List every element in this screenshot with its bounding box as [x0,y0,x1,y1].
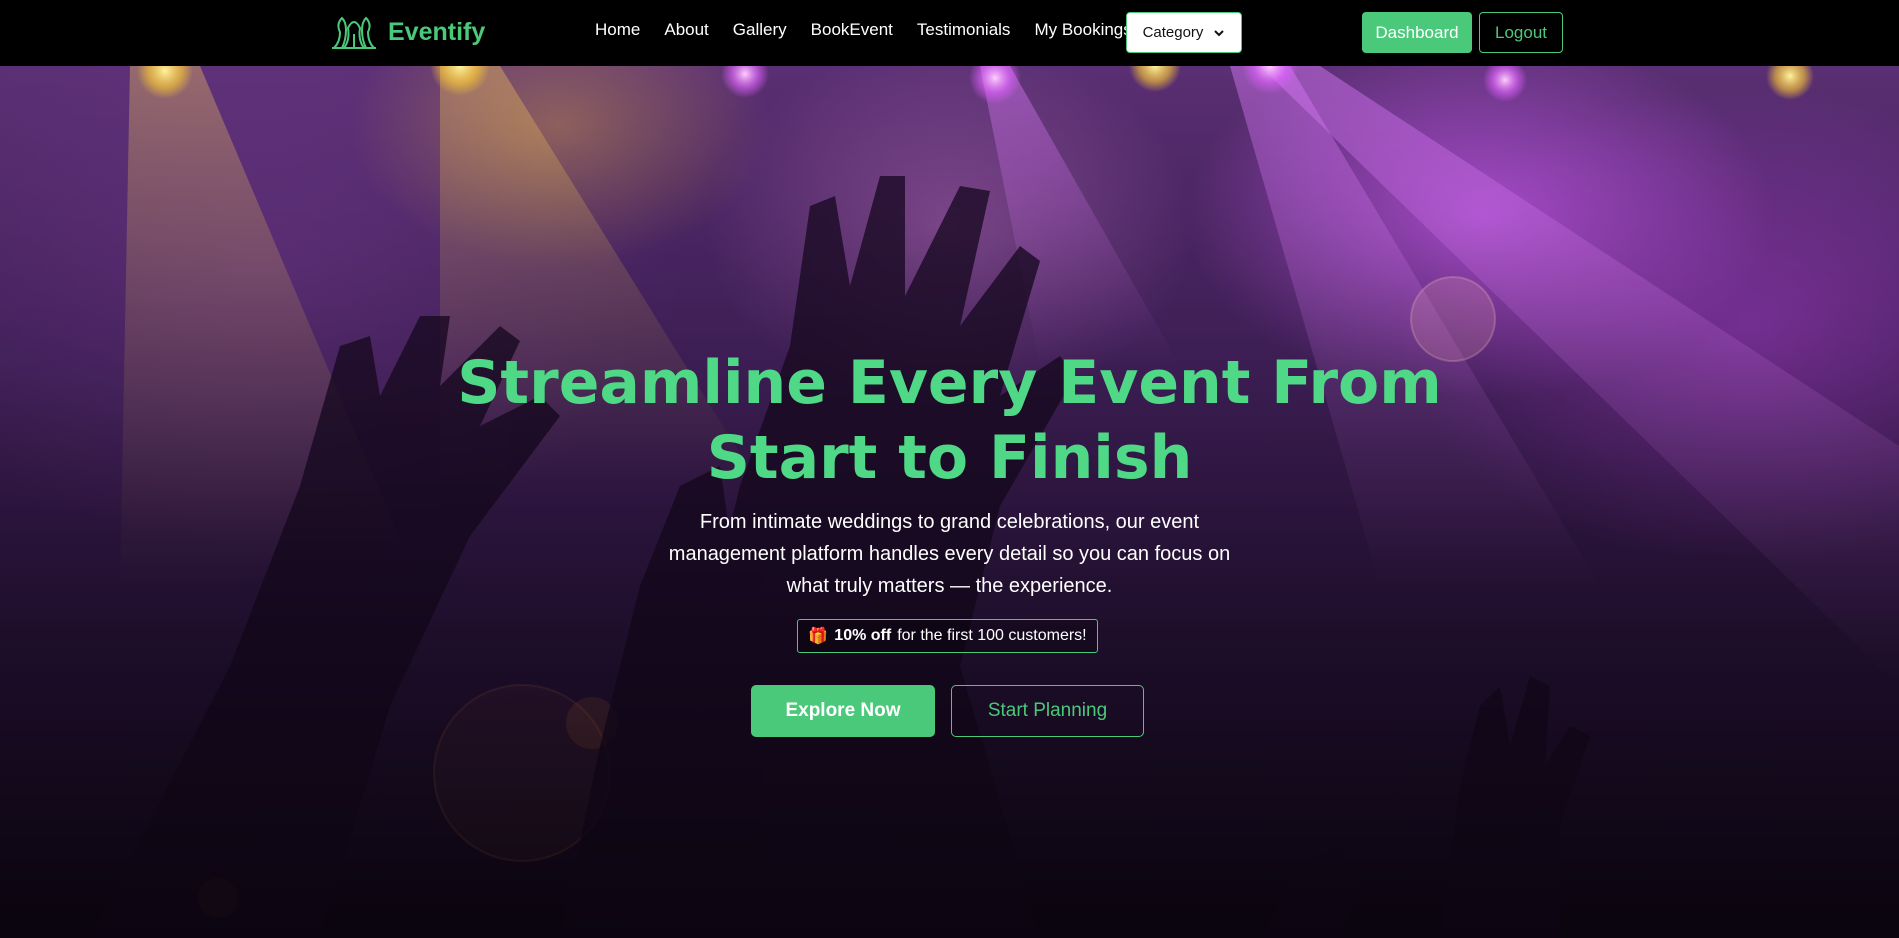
hero-content: Streamline Every Event From Start to Fin… [0,66,1899,938]
nav-link-gallery[interactable]: Gallery [733,20,787,40]
hero-headline-line2: Start to Finish [706,423,1193,493]
nav-link-home[interactable]: Home [595,20,640,40]
promo-text: for the first 100 customers! [897,627,1087,644]
promo-badge: 🎁 10% off for the first 100 customers! [797,619,1098,653]
nav-link-my-bookings[interactable]: My Bookings [1034,20,1131,40]
hero-subtext: From intimate weddings to grand celebrat… [668,511,1231,597]
category-label: Category [1142,24,1204,41]
brand[interactable]: Eventify [330,12,485,52]
hero-headline-line1: Streamline Every Event From [457,348,1442,418]
dashboard-button[interactable]: Dashboard [1362,12,1472,53]
nav-link-testimonials[interactable]: Testimonials [917,20,1011,40]
gift-icon: 🎁 [808,628,829,645]
chevron-down-icon [1214,29,1225,36]
nav-link-bookevent[interactable]: BookEvent [811,20,893,40]
hero-section: Streamline Every Event From Start to Fin… [0,66,1899,938]
navbar: Eventify Home About Gallery BookEvent Te… [0,0,1899,66]
logout-button[interactable]: Logout [1479,12,1563,53]
nav-links: Home About Gallery BookEvent Testimonial… [595,20,1132,40]
category-dropdown[interactable]: Category [1126,12,1242,53]
start-planning-button[interactable]: Start Planning [951,685,1144,737]
promo-discount: 10% off [834,627,892,644]
tent-icon [332,16,376,49]
nav-link-about[interactable]: About [664,20,708,40]
hero-headline: Streamline Every Event From Start to Fin… [400,346,1499,496]
brand-name: Eventify [388,17,486,46]
explore-now-button[interactable]: Explore Now [751,685,935,737]
